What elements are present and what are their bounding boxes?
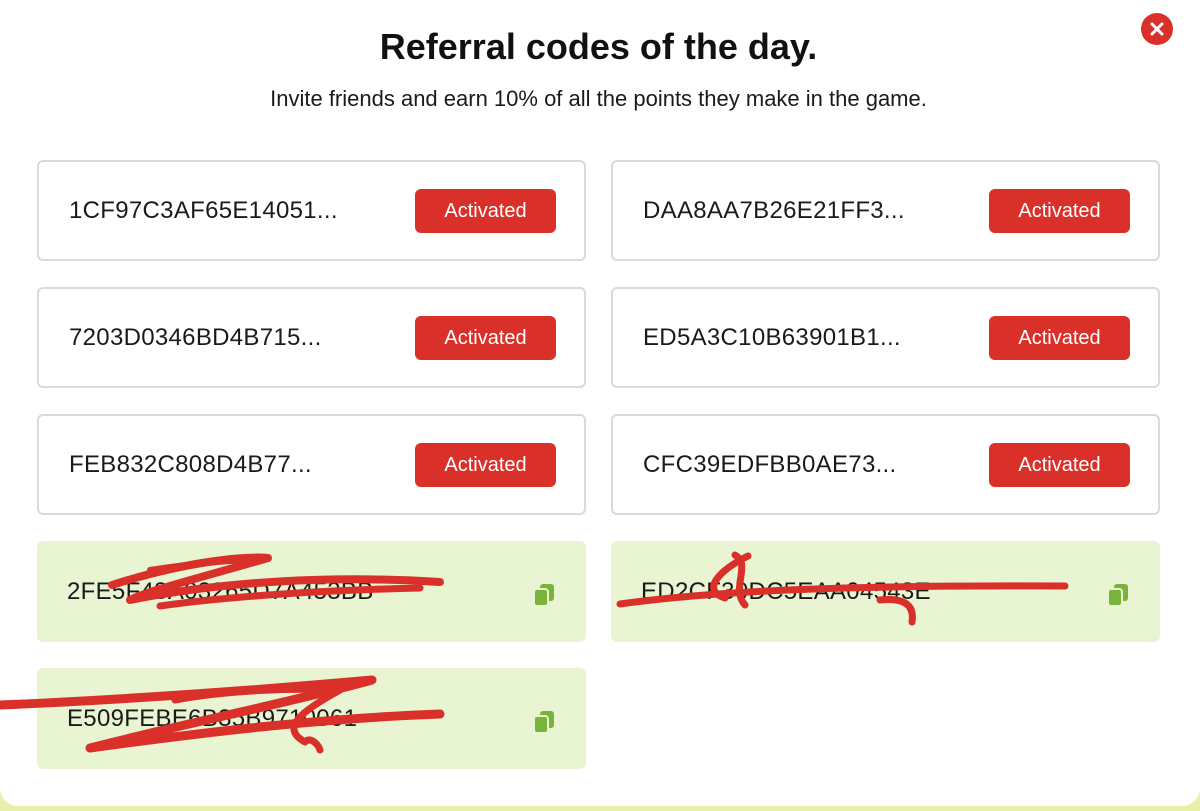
activated-button[interactable]: Activated: [989, 189, 1130, 233]
activated-button[interactable]: Activated: [415, 316, 556, 360]
referral-code-card: CFC39EDFBB0AE73... Activated: [611, 414, 1160, 515]
available-code-card: ED2CF30DC5EAA04543E: [611, 541, 1160, 642]
referral-code-text: 7203D0346BD4B715...: [69, 323, 322, 351]
dialog-title: Referral codes of the day.: [379, 26, 818, 67]
activated-button[interactable]: Activated: [989, 443, 1130, 487]
referral-dialog: Referral codes of the day. Invite friend…: [0, 0, 1200, 806]
referral-code-text: ED2CF30DC5EAA04543E: [641, 577, 931, 605]
referral-code-text: ED5A3C10B63901B1...: [643, 323, 901, 351]
referral-code-text: 2FE5F43A03265D7A453BB: [67, 577, 374, 605]
copy-icon[interactable]: [531, 708, 559, 736]
referral-code-text: DAA8AA7B26E21FF3...: [643, 196, 905, 224]
referral-code-text: 1CF97C3AF65E14051...: [69, 196, 338, 224]
referral-code-card: ED5A3C10B63901B1... Activated: [611, 287, 1160, 388]
referral-code-text: E509FEBE6B35B9710061: [67, 704, 358, 732]
available-code-card: E509FEBE6B35B9710061: [37, 668, 586, 769]
referral-code-text: CFC39EDFBB0AE73...: [643, 450, 897, 478]
copy-icon[interactable]: [1105, 581, 1133, 609]
referral-code-card: 7203D0346BD4B715... Activated: [37, 287, 586, 388]
available-code-card: 2FE5F43A03265D7A453BB: [37, 541, 586, 642]
referral-code-card: 1CF97C3AF65E14051... Activated: [37, 160, 586, 261]
referral-code-card: FEB832C808D4B77... Activated: [37, 414, 586, 515]
activated-button[interactable]: Activated: [415, 189, 556, 233]
referral-code-card: DAA8AA7B26E21FF3... Activated: [611, 160, 1160, 261]
dialog-subtitle: Invite friends and earn 10% of all the p…: [270, 86, 927, 111]
referral-code-text: FEB832C808D4B77...: [69, 450, 312, 478]
activated-button[interactable]: Activated: [415, 443, 556, 487]
activated-button[interactable]: Activated: [989, 316, 1130, 360]
copy-icon[interactable]: [531, 581, 559, 609]
